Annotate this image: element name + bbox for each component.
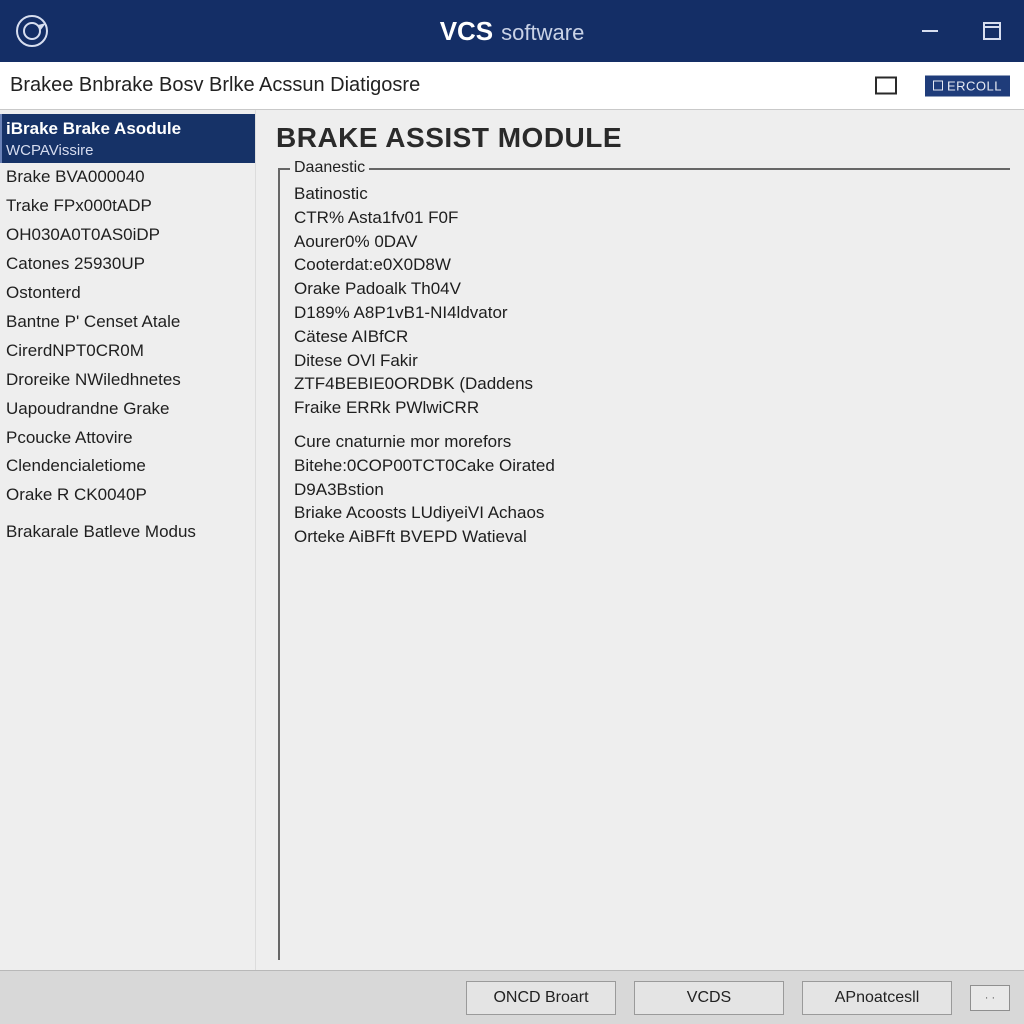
breadcrumb: Brakee Bnbrake Bosv Brlke Acssun Diatigo… [10, 74, 420, 97]
statusbar-button-2[interactable]: VCDS [634, 981, 784, 1015]
sidebar-item[interactable]: Trake FPx000tADP [0, 192, 255, 221]
statusbar-button-3[interactable]: APnoatcesll [802, 981, 952, 1015]
sidebar-item[interactable]: Bantne P' Censet Atale [0, 308, 255, 337]
sidebar-item[interactable]: Clendencialetiome [0, 452, 255, 481]
list-item: Aourer0% 0DAV [294, 230, 1000, 254]
badge-square-icon [933, 81, 943, 91]
sidebar-selected-subtitle[interactable]: WCPAVissire [0, 142, 255, 163]
sidebar-item[interactable]: Brake BVA000040 [0, 163, 255, 192]
sidebar-item[interactable]: Ostonterd [0, 279, 255, 308]
sidebar-item[interactable]: OH030A0T0AS0iDP [0, 221, 255, 250]
list-item: Cure cnaturnie mor morefors [294, 430, 1000, 454]
badge-label: ERCOLL [947, 78, 1002, 93]
list-item: ZTF4BEBIE0ORDBK (Daddens [294, 372, 1000, 396]
main-content: BRAKE ASSIST MODULE Daanestic Batinostic… [256, 110, 1024, 970]
sidebar-item[interactable]: Uapoudrandne Grake [0, 395, 255, 424]
sidebar-item[interactable]: Orake R CK0040P [0, 481, 255, 510]
sidebar-footer-item[interactable]: Brakarale Batleve Modus [0, 518, 255, 547]
list-item: Bitehe:0COP00TCT0Cake Oirated [294, 454, 1000, 478]
window-controls [916, 17, 1006, 45]
sidebar-item[interactable]: Pcoucke Attovire [0, 424, 255, 453]
list-item: Batinostic [294, 182, 1000, 206]
list-item: Ditese OVl Fakir [294, 349, 1000, 373]
diagnostic-panel: Daanestic Batinostic CTR% Asta1fv01 F0F … [278, 168, 1010, 960]
app-title: VCS software [440, 16, 585, 47]
sidebar-item[interactable]: Droreike NWiledhnetes [0, 366, 255, 395]
sidebar-item[interactable]: CirerdNPT0CR0M [0, 337, 255, 366]
list-item: Cätese AIBfCR [294, 325, 1000, 349]
maximize-icon[interactable] [978, 17, 1006, 45]
list-item: Cooterdat:e0X0D8W [294, 253, 1000, 277]
sidebar-selected-title[interactable]: iBrake Brake Asodule [0, 114, 255, 142]
titlebar: VCS software [0, 0, 1024, 62]
sidebar: iBrake Brake Asodule WCPAVissire Brake B… [0, 110, 256, 970]
status-badge[interactable]: ERCOLL [925, 75, 1010, 96]
list-item: Orake Padoalk Th04V [294, 277, 1000, 301]
window-restore-icon[interactable] [875, 77, 897, 95]
minimize-icon[interactable] [916, 17, 944, 45]
list-item: CTR% Asta1fv01 F0F [294, 206, 1000, 230]
app-name: VCS [440, 16, 493, 47]
breadcrumb-bar: Brakee Bnbrake Bosv Brlke Acssun Diatigo… [0, 62, 1024, 110]
statusbar: ONCD Broart VCDS APnoatcesll · · [0, 970, 1024, 1024]
list-item: Orteke AiBFft BVEPD Watieval [294, 525, 1000, 549]
panel-legend: Daanestic [290, 159, 369, 177]
statusbar-button-1[interactable]: ONCD Broart [466, 981, 616, 1015]
list-item: D189% A8P1vB1-NI4ldvator [294, 301, 1000, 325]
statusbar-mini-button[interactable]: · · [970, 985, 1010, 1011]
sidebar-item[interactable]: Catones 25930UP [0, 250, 255, 279]
list-item: Fraike ERRk PWlwiCRR [294, 396, 1000, 420]
list-item: Briake Acoosts LUdiyeiVI Achaos [294, 501, 1000, 525]
app-suffix: software [501, 20, 584, 46]
app-logo-icon [12, 11, 52, 51]
page-title: BRAKE ASSIST MODULE [276, 122, 1010, 154]
list-item: D9A3Bstion [294, 478, 1000, 502]
body: iBrake Brake Asodule WCPAVissire Brake B… [0, 110, 1024, 970]
